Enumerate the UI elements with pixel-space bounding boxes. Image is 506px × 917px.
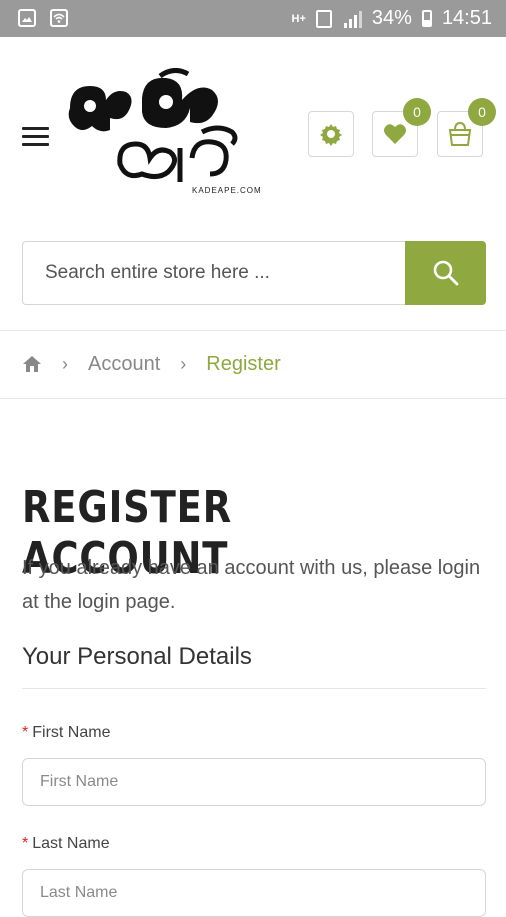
logo-mark xyxy=(68,68,238,182)
chevron-right-icon: › xyxy=(180,353,187,374)
wifi-icon xyxy=(50,9,68,27)
section-title: Your Personal Details xyxy=(22,643,252,670)
clock: 14:51 xyxy=(441,7,492,29)
search-icon xyxy=(433,260,458,286)
breadcrumb-register[interactable]: Register xyxy=(206,353,280,376)
last-name-label: * Last Name xyxy=(22,835,110,853)
status-bar: H+ 34% 14:51 xyxy=(0,0,506,37)
sync-icon xyxy=(315,9,332,28)
first-name-label: * First Name xyxy=(22,724,110,742)
gear-icon xyxy=(320,124,342,146)
breadcrumb: › Account › Register xyxy=(22,350,281,378)
chevron-right-icon: › xyxy=(62,353,68,374)
last-name-field[interactable] xyxy=(22,869,486,917)
logo-domain: KADEAPE.COM xyxy=(192,186,262,195)
battery-icon xyxy=(421,10,432,27)
intro-text: If you already have an account with us, … xyxy=(22,557,481,613)
wishlist-button[interactable]: 0 xyxy=(372,98,431,157)
site-logo[interactable]: KADEAPE.COM xyxy=(62,68,261,198)
required-mark: * xyxy=(22,724,29,741)
heart-icon xyxy=(384,124,406,144)
section-divider xyxy=(22,688,486,689)
home-icon[interactable] xyxy=(22,355,42,373)
cart-count-badge: 0 xyxy=(468,98,496,126)
wishlist-count-badge: 0 xyxy=(403,98,431,126)
signal-icon xyxy=(342,10,362,28)
settings-button[interactable] xyxy=(308,111,354,157)
search-input[interactable] xyxy=(22,241,406,305)
shopping-bag-icon xyxy=(448,121,472,146)
menu-icon[interactable] xyxy=(22,127,49,147)
divider xyxy=(0,330,506,331)
breadcrumb-account[interactable]: Account xyxy=(88,353,160,376)
search-button[interactable] xyxy=(405,241,486,305)
search-bar xyxy=(22,241,486,305)
network-type: H+ xyxy=(291,12,306,25)
gallery-icon xyxy=(18,9,36,27)
first-name-field[interactable] xyxy=(22,758,486,806)
first-name-label-text: First Name xyxy=(32,724,111,741)
cart-button[interactable]: 0 xyxy=(437,98,496,157)
battery-percent: 34% xyxy=(371,7,412,29)
last-name-label-text: Last Name xyxy=(32,835,110,852)
required-mark: * xyxy=(22,835,29,852)
divider xyxy=(0,398,506,399)
